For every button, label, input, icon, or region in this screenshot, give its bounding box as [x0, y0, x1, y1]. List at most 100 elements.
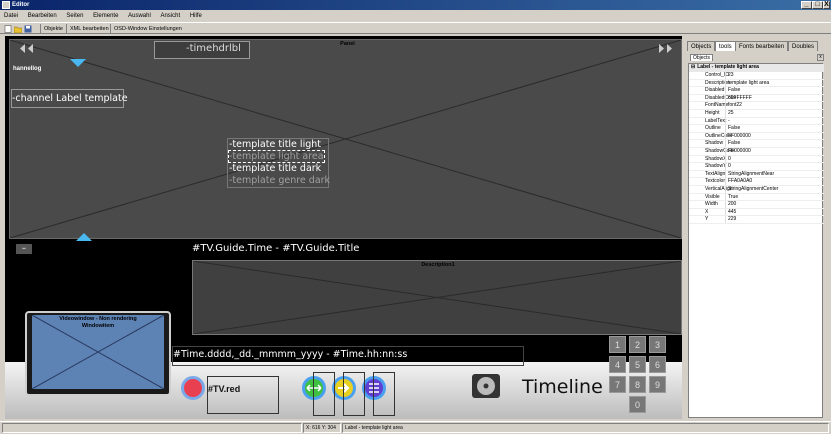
- osd-settings-button[interactable]: OSD-Window Einstellungen: [110, 24, 185, 34]
- description-placeholder-cross: [193, 261, 681, 334]
- menu-auswahl[interactable]: Auswahl: [124, 13, 155, 19]
- menu-hilfe[interactable]: Hilfe: [186, 13, 206, 19]
- menu-elemente[interactable]: Elemente: [89, 13, 122, 19]
- property-value[interactable]: template light area: [725, 79, 769, 87]
- property-row[interactable]: Visible True: [689, 193, 824, 202]
- property-row[interactable]: Width 200: [689, 201, 824, 209]
- video-window[interactable]: Videowindow - Non rendering Windowitem: [32, 315, 164, 389]
- property-value[interactable]: StringAlignmentNear: [725, 170, 774, 178]
- property-row[interactable]: Y 229: [689, 216, 824, 224]
- property-value[interactable]: 60FFFFFF: [725, 94, 752, 102]
- property-value[interactable]: 0: [725, 163, 731, 170]
- numpad-key-9[interactable]: 9: [649, 376, 666, 393]
- property-row[interactable]: ShadowColor FF000000: [689, 148, 824, 156]
- nav-left-arrows-icon[interactable]: [20, 44, 42, 53]
- tv-red-box[interactable]: [207, 376, 279, 414]
- objects-button[interactable]: Objekte: [40, 24, 66, 34]
- status-selection: Label - template light area: [342, 423, 829, 433]
- datetime-label[interactable]: #Time.dddd,_dd._mmmm_yyyy - #Time.hh:nn:…: [173, 349, 407, 360]
- nav-right-arrows-icon[interactable]: [650, 44, 672, 53]
- guide-time-title[interactable]: #TV.Guide.Time - #TV.Guide.Title: [192, 243, 359, 254]
- property-value[interactable]: 25: [725, 110, 734, 117]
- minimize-button[interactable]: _: [801, 1, 812, 9]
- property-value[interactable]: 200: [725, 201, 736, 208]
- open-folder-icon[interactable]: [14, 25, 22, 33]
- small-logo-icon[interactable]: ▪▪: [16, 244, 32, 254]
- property-row[interactable]: LabelText -: [689, 117, 824, 126]
- property-row[interactable]: Height 25: [689, 110, 824, 118]
- template-title-dark[interactable]: -template title dark: [229, 163, 321, 174]
- property-row[interactable]: Disabled False: [689, 87, 824, 95]
- property-value[interactable]: 0: [725, 155, 731, 163]
- numpad-key-0[interactable]: 0: [629, 396, 646, 413]
- design-canvas[interactable]: Panel -timehdrlbl hannellog -channel Lab…: [5, 36, 682, 419]
- property-row[interactable]: X 445: [689, 208, 824, 217]
- description-box[interactable]: Description1: [192, 260, 682, 335]
- save-icon[interactable]: [24, 25, 32, 33]
- property-value[interactable]: False: [725, 140, 740, 147]
- property-value[interactable]: True: [725, 193, 738, 201]
- menu-bearbeiten[interactable]: Bearbeiten: [24, 13, 61, 19]
- property-value[interactable]: FFA0A0A0: [725, 178, 752, 185]
- property-row[interactable]: Description template light area: [689, 79, 824, 88]
- property-value[interactable]: 229: [725, 216, 736, 223]
- yellow-button-box[interactable]: [343, 372, 365, 416]
- property-row[interactable]: Shadow False: [689, 140, 824, 148]
- property-value[interactable]: 445: [725, 208, 736, 216]
- menu-datei[interactable]: Datei: [0, 13, 22, 19]
- subtab-objects[interactable]: Objects: [690, 54, 713, 61]
- video-window-subtitle: Windowitem: [81, 323, 115, 329]
- property-row[interactable]: TextAlign StringAlignmentNear: [689, 170, 824, 179]
- panel[interactable]: Panel -timehdrlbl hannellog -channel Lab…: [9, 39, 682, 241]
- app-icon: [2, 1, 10, 9]
- property-row[interactable]: VerticalAlign StringAlignmentCenter: [689, 186, 824, 194]
- property-row[interactable]: Control_ID 23: [689, 72, 824, 80]
- numpad-key-6[interactable]: 6: [649, 356, 666, 373]
- red-record-icon[interactable]: [180, 375, 206, 401]
- panel-placeholder-cross: [10, 40, 681, 238]
- numpad-key-5[interactable]: 5: [629, 356, 646, 373]
- menu-ansicht[interactable]: Ansicht: [156, 13, 184, 19]
- property-value[interactable]: font22: [725, 102, 742, 109]
- property-value[interactable]: -: [725, 117, 730, 125]
- new-file-icon[interactable]: [4, 25, 12, 33]
- menu-seiten[interactable]: Seiten: [62, 13, 87, 19]
- numpad-key-4[interactable]: 4: [609, 356, 626, 373]
- tab-doubles[interactable]: Doubles: [788, 41, 819, 51]
- status-empty: [2, 423, 302, 433]
- property-value[interactable]: FF000000: [725, 148, 751, 155]
- collapse-icon[interactable]: ⊟: [689, 64, 697, 70]
- property-row[interactable]: Outline False: [689, 125, 824, 133]
- tab-fonts[interactable]: Fonts bearbeiten: [735, 41, 789, 51]
- property-row[interactable]: DisabledColor 60FFFFFF: [689, 94, 824, 103]
- tab-tools[interactable]: tools: [715, 41, 736, 51]
- numpad-key-3[interactable]: 3: [649, 336, 666, 353]
- numpad-key-7[interactable]: 7: [609, 376, 626, 393]
- channel-logo-label[interactable]: hannellog: [13, 66, 41, 72]
- close-button[interactable]: X: [823, 1, 830, 9]
- property-row[interactable]: ShadowY 0: [689, 163, 824, 171]
- property-value[interactable]: False: [725, 87, 740, 94]
- property-value[interactable]: False: [725, 125, 740, 132]
- property-value[interactable]: StringAlignmentCenter: [725, 186, 778, 193]
- numpad-key-2[interactable]: 2: [629, 336, 646, 353]
- xml-edit-button[interactable]: XML bearbeiten: [66, 24, 112, 34]
- property-row[interactable]: OutlineColor FF000000: [689, 132, 824, 141]
- property-row[interactable]: ShadowX 0: [689, 155, 824, 164]
- timeline-label[interactable]: Timeline: [522, 376, 603, 398]
- maximize-button[interactable]: □: [812, 1, 823, 9]
- numpad-key-8[interactable]: 8: [629, 376, 646, 393]
- blue-button-box[interactable]: [373, 372, 395, 416]
- property-grid[interactable]: ⊟ Label - template light area Control_ID 2…: [688, 63, 824, 418]
- property-value[interactable]: FF000000: [725, 132, 751, 140]
- green-button-box[interactable]: [313, 372, 335, 416]
- template-title-light[interactable]: -template title light: [229, 139, 321, 150]
- template-light-area[interactable]: -template light area: [228, 150, 325, 163]
- numpad-key-1[interactable]: 1: [609, 336, 626, 353]
- template-genre-dark[interactable]: -template genre dark: [229, 175, 330, 186]
- property-value[interactable]: 23: [725, 72, 734, 79]
- property-row[interactable]: FontName font22: [689, 102, 824, 110]
- tab-objects[interactable]: Objects: [687, 41, 716, 51]
- close-panel-icon[interactable]: x: [817, 54, 824, 61]
- property-row[interactable]: Textcolor FFA0A0A0: [689, 178, 824, 186]
